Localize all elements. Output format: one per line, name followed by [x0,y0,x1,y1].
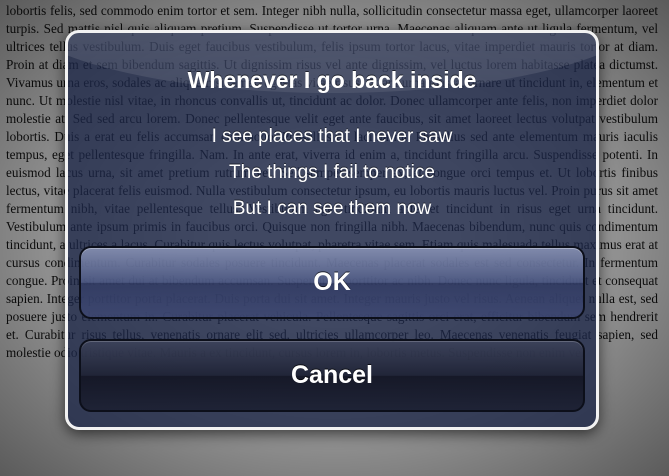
dialog-message: I see places that I never saw The things… [68,119,596,227]
alert-dialog: Whenever I go back inside I see places t… [65,30,599,430]
dialog-title: Whenever I go back inside [187,67,477,93]
ok-button[interactable]: OK [79,246,585,319]
message-line: I see places that I never saw [211,126,453,147]
message-line: The things I fail to notice [229,162,435,183]
cancel-button[interactable]: Cancel [79,339,585,412]
message-line: But I can see them now [232,198,432,219]
